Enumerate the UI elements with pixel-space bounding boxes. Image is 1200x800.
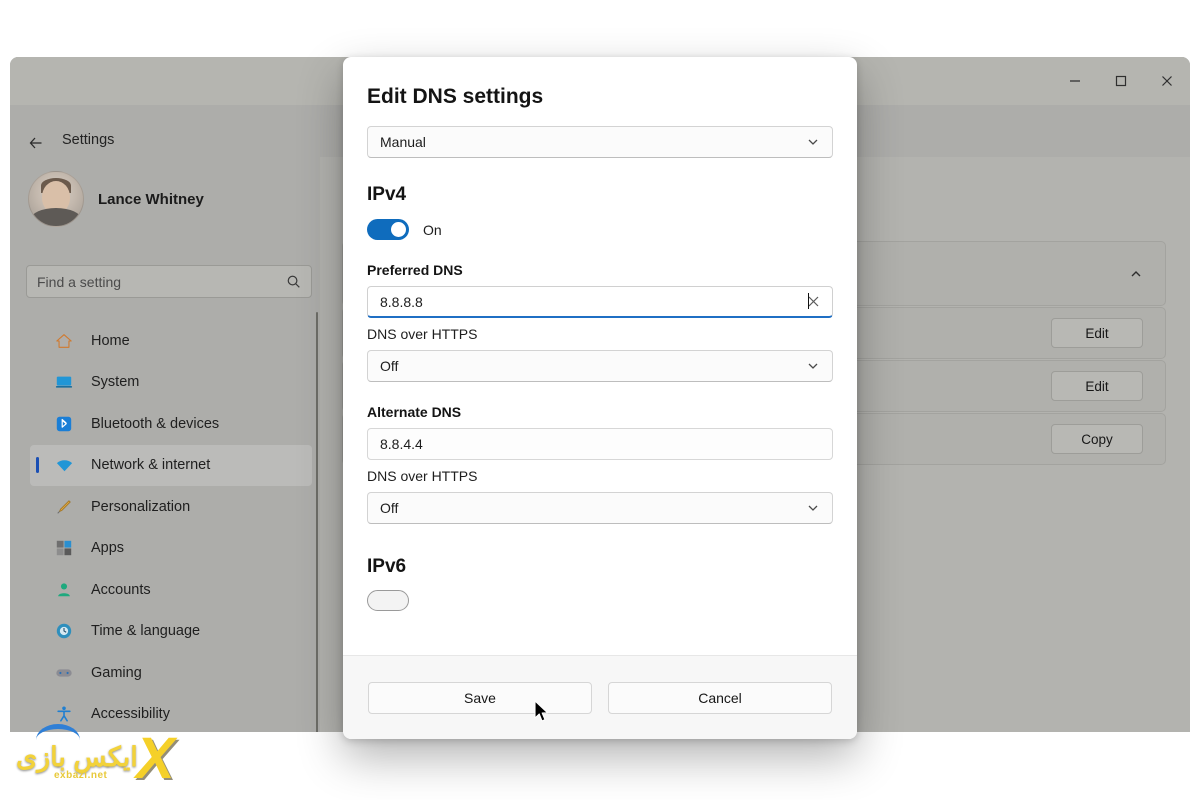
chevron-down-icon (806, 135, 820, 149)
apps-icon (54, 538, 74, 558)
cancel-button[interactable]: Cancel (608, 681, 832, 714)
dns-assignment-select[interactable]: Manual (367, 126, 833, 158)
sidebar-item-label: Bluetooth & devices (91, 415, 220, 432)
maximize-button[interactable] (1098, 57, 1144, 105)
preferred-doh-select[interactable]: Off (367, 350, 833, 382)
sidebar-item-network-internet[interactable]: Network & internet (30, 444, 312, 486)
save-button[interactable]: Save (368, 681, 592, 714)
preferred-doh-value: Off (380, 358, 399, 374)
close-button[interactable] (1144, 57, 1190, 105)
alternate-doh-label: DNS over HTTPS (367, 468, 478, 484)
bluetooth-icon (54, 414, 74, 434)
sidebar-item-system[interactable]: System (30, 362, 312, 404)
wifi-icon (54, 455, 74, 475)
edit-button[interactable]: Edit (1051, 318, 1143, 348)
dns-assignment-value: Manual (380, 134, 426, 150)
sidebar-item-label: Gaming (91, 664, 142, 681)
sidebar-item-accessibility[interactable]: Accessibility (30, 694, 312, 733)
dialog-body: Edit DNS settings Manual IPv4 On Preferr… (343, 57, 857, 655)
sidebar-item-label: Accessibility (91, 706, 170, 723)
ipv6-heading: IPv6 (367, 556, 407, 577)
ipv4-toggle[interactable] (367, 219, 409, 240)
home-icon (54, 331, 74, 351)
brush-icon (54, 497, 74, 517)
chevron-up-icon (1129, 267, 1143, 281)
watermark: ایکس بازی exbazi.net X (8, 724, 220, 791)
sidebar-item-label: Network & internet (91, 457, 211, 474)
ipv4-toggle-row: On (367, 219, 833, 240)
window-controls (1052, 57, 1190, 105)
sidebar-scrollbar[interactable] (316, 312, 318, 732)
chevron-down-icon (806, 501, 820, 515)
ipv4-heading: IPv4 (367, 184, 407, 205)
screen: w additional properties Edit Edit Copy (0, 0, 1200, 800)
dialog-title: Edit DNS settings (367, 85, 544, 108)
sidebar-item-home[interactable]: Home (30, 320, 312, 362)
minimize-button[interactable] (1052, 57, 1098, 105)
watermark-arabic-text: ایکس بازی (16, 742, 138, 772)
watermark-x-mark: X (136, 726, 175, 791)
ipv4-toggle-label: On (423, 221, 442, 238)
sidebar-item-apps[interactable]: Apps (30, 528, 312, 570)
search-placeholder: Find a setting (37, 273, 122, 290)
sidebar-item-gaming[interactable]: Gaming (30, 652, 312, 694)
alternate-doh-value: Off (380, 500, 399, 516)
alternate-doh-select[interactable]: Off (367, 492, 833, 524)
alternate-dns-value: 8.8.4.4 (380, 436, 423, 452)
sidebar-item-personalization[interactable]: Personalization (30, 486, 312, 528)
preferred-dns-input[interactable]: 8.8.8.8 (367, 286, 833, 318)
edit-dns-settings-dialog: Edit DNS settings Manual IPv4 On Preferr… (343, 57, 857, 739)
preferred-dns-label: Preferred DNS (367, 262, 463, 278)
edit-button[interactable]: Edit (1051, 371, 1143, 401)
back-button[interactable] (22, 129, 50, 157)
gamepad-icon (54, 663, 74, 683)
watermark-site: exbazi.net (54, 770, 108, 781)
dialog-footer: Save Cancel (343, 655, 857, 739)
chevron-down-icon (806, 359, 820, 373)
search-icon (286, 274, 301, 289)
sidebar-item-label: Home (91, 332, 130, 349)
nav-title: Settings (62, 132, 115, 148)
copy-button[interactable]: Copy (1051, 424, 1143, 454)
ipv6-toggle[interactable] (367, 590, 409, 611)
sidebar-item-label: Time & language (91, 623, 201, 640)
avatar (28, 171, 84, 227)
sidebar-nav: Home System Bluetooth & devices Network … (20, 320, 320, 732)
alternate-dns-label: Alternate DNS (367, 404, 462, 420)
search-input[interactable]: Find a setting (26, 265, 312, 298)
alternate-dns-input[interactable]: 8.8.4.4 (367, 428, 833, 460)
preferred-dns-value: 8.8.8.8 (380, 292, 809, 310)
sidebar-item-label: Personalization (91, 498, 191, 515)
profile[interactable]: Lance Whitney (28, 171, 204, 227)
sidebar: Lance Whitney Find a setting Home System… (20, 157, 320, 732)
clock-globe-icon (54, 621, 74, 641)
system-icon (54, 372, 74, 392)
sidebar-item-label: Apps (91, 540, 125, 557)
profile-name: Lance Whitney (98, 190, 204, 208)
accessibility-icon (54, 704, 74, 724)
preferred-doh-label: DNS over HTTPS (367, 326, 478, 342)
sidebar-item-bluetooth[interactable]: Bluetooth & devices (30, 403, 312, 445)
account-icon (54, 580, 74, 600)
sidebar-item-accounts[interactable]: Accounts (30, 569, 312, 611)
sidebar-item-time-language[interactable]: Time & language (30, 611, 312, 653)
sidebar-item-label: Accounts (91, 581, 151, 598)
sidebar-item-label: System (91, 374, 140, 391)
